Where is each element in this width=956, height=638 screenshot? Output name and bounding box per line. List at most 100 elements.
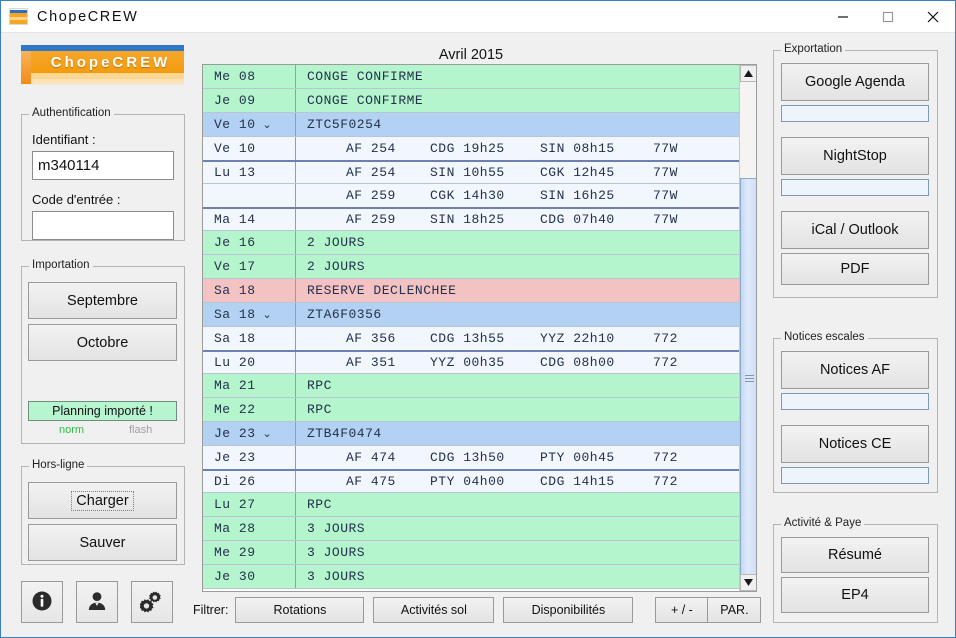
- table-row[interactable]: Ma 14 AF 259 SIN 18h25 CDG 07h40 77W: [203, 207, 741, 231]
- notices-ce-button[interactable]: Notices CE: [781, 425, 929, 463]
- arrival: PTY 00h45: [540, 450, 615, 465]
- flight-number: AF 351: [346, 355, 396, 370]
- table-row[interactable]: Lu 27 RPC: [203, 493, 741, 517]
- table-row[interactable]: Sa 18 AF 356 CDG 13h55 YYZ 22h10 772: [203, 327, 741, 351]
- table-row[interactable]: Sa 18 ⌄ ZTA6F0356: [203, 303, 741, 327]
- table-row[interactable]: Lu 20 AF 351 YYZ 00h35 CDG 08h00 772: [203, 350, 741, 374]
- aircraft-type: 77W: [653, 188, 678, 203]
- table-row[interactable]: Me 29 3 JOURS: [203, 541, 741, 565]
- table-row[interactable]: Di 26 AF 475 PTY 04h00 CDG 14h15 772: [203, 469, 741, 493]
- row-content-cell: AF 474 CDG 13h50 PTY 00h45 772: [296, 446, 741, 469]
- export-nightstop-button[interactable]: NightStop: [781, 137, 929, 175]
- table-row[interactable]: Sa 18 RESERVE DECLENCHEE: [203, 279, 741, 303]
- table-row[interactable]: Me 08 CONGE CONFIRME: [203, 65, 741, 89]
- app-logo: ChopeCREW: [21, 45, 184, 85]
- table-row[interactable]: Ve 10 ⌄ ZTC5F0254: [203, 113, 741, 137]
- info-button[interactable]: [21, 581, 63, 623]
- schedule-scrollbar[interactable]: [739, 65, 756, 591]
- offline-save-button[interactable]: Sauver: [28, 524, 177, 561]
- table-row[interactable]: Ma 21 RPC: [203, 374, 741, 398]
- row-date-cell: Je 09: [203, 89, 296, 112]
- filter-ground-activities-button[interactable]: Activités sol: [373, 597, 495, 623]
- logo-text: ChopeCREW: [50, 53, 171, 71]
- authentication-panel: Authentification Identifiant : m340114 C…: [21, 107, 185, 241]
- arrival: SIN 08h15: [540, 141, 615, 156]
- export-ical-outlook-button[interactable]: iCal / Outlook: [781, 211, 929, 249]
- flight-leg: AF 254 SIN 10h55 CGK 12h45 77W: [307, 165, 713, 180]
- settings-button[interactable]: [131, 581, 173, 623]
- scroll-down-arrow-icon[interactable]: [740, 574, 756, 591]
- filter-par-button[interactable]: PAR.: [707, 597, 762, 623]
- table-row[interactable]: Me 22 RPC: [203, 398, 741, 422]
- row-text-label: 2 JOURS: [307, 235, 366, 250]
- offline-load-button[interactable]: Charger: [28, 482, 177, 519]
- table-row[interactable]: Je 23 AF 474 CDG 13h50 PTY 00h45 772: [203, 446, 741, 470]
- export-pdf-button[interactable]: PDF: [781, 253, 929, 285]
- row-date-cell: Ve 17: [203, 255, 296, 278]
- pay-ep4-button[interactable]: EP4: [781, 577, 929, 613]
- filter-rotations-button[interactable]: Rotations: [235, 597, 365, 623]
- table-row[interactable]: Ma 28 3 JOURS: [203, 517, 741, 541]
- arrival: SIN 16h25: [540, 188, 615, 203]
- scrollbar-thumb[interactable]: [740, 178, 756, 578]
- flight-number: AF 254: [346, 141, 396, 156]
- offline-panel: Hors-ligne Charger Sauver: [21, 459, 185, 565]
- import-october-button[interactable]: Octobre: [28, 324, 177, 361]
- notices-af-progress: [781, 393, 929, 410]
- table-row[interactable]: Lu 13 AF 254 SIN 10h55 CGK 12h45 77W: [203, 160, 741, 184]
- flight-number: AF 474: [346, 450, 396, 465]
- info-icon: [31, 590, 53, 615]
- row-content-cell: 3 JOURS: [296, 565, 741, 588]
- scrollbar-track[interactable]: [740, 82, 756, 578]
- row-date-cell: Me 22: [203, 398, 296, 421]
- row-content-cell: 2 JOURS: [296, 231, 741, 254]
- table-row[interactable]: Je 23 ⌄ ZTB4F0474: [203, 422, 741, 446]
- arrival: CDG 07h40: [540, 212, 615, 227]
- chevron-down-icon[interactable]: ⌄: [263, 308, 273, 321]
- flight-number: AF 254: [346, 165, 396, 180]
- arrival: CGK 12h45: [540, 165, 615, 180]
- filter-availability-button[interactable]: Disponibilités: [503, 597, 634, 623]
- table-row[interactable]: Ve 17 2 JOURS: [203, 255, 741, 279]
- row-date-cell: Me 08: [203, 65, 296, 88]
- table-row[interactable]: Ve 10 AF 254 CDG 19h25 SIN 08h15 77W: [203, 137, 741, 161]
- close-button[interactable]: [910, 1, 955, 32]
- row-date-cell: Ve 10 ⌄: [203, 113, 296, 136]
- pay-resume-button[interactable]: Résumé: [781, 537, 929, 573]
- code-label: Code d'entrée :: [32, 192, 121, 207]
- flight-leg: AF 474 CDG 13h50 PTY 00h45 772: [307, 450, 713, 465]
- row-date-label: Lu 20: [214, 355, 256, 370]
- chevron-down-icon[interactable]: ⌄: [263, 118, 273, 131]
- table-row[interactable]: AF 259 CGK 14h30 SIN 16h25 77W: [203, 184, 741, 208]
- row-date-label: Lu 27: [214, 497, 256, 512]
- departure: CDG 13h50: [430, 450, 505, 465]
- export-google-agenda-button[interactable]: Google Agenda: [781, 63, 929, 101]
- export-legend: Exportation: [781, 43, 846, 55]
- flight-leg: AF 259 SIN 18h25 CDG 07h40 77W: [307, 212, 713, 227]
- maximize-button[interactable]: [865, 1, 910, 32]
- row-date-cell: Me 29: [203, 541, 296, 564]
- filter-plusminus-button[interactable]: + / -: [655, 597, 709, 623]
- row-date-label: Je 23: [214, 450, 256, 465]
- row-date-label: Me 08: [214, 69, 256, 84]
- row-content-cell: RESERVE DECLENCHEE: [296, 279, 741, 302]
- table-row[interactable]: Je 09 CONGE CONFIRME: [203, 89, 741, 113]
- export-panel: Exportation Google Agenda NightStop iCal…: [773, 43, 938, 298]
- row-text-label: RESERVE DECLENCHEE: [307, 283, 457, 298]
- identifiant-input[interactable]: m340114: [32, 151, 174, 180]
- user-profile-button[interactable]: [76, 581, 118, 623]
- table-row[interactable]: Je 30 3 JOURS: [203, 565, 741, 589]
- import-september-button[interactable]: Septembre: [28, 282, 177, 319]
- aircraft-type: 772: [653, 331, 678, 346]
- notices-panel: Notices escales Notices AF Notices CE: [773, 331, 938, 493]
- notices-af-button[interactable]: Notices AF: [781, 351, 929, 389]
- table-row[interactable]: Je 16 2 JOURS: [203, 231, 741, 255]
- row-text-label: 3 JOURS: [307, 545, 366, 560]
- chevron-down-icon[interactable]: ⌄: [263, 427, 273, 440]
- flight-number: AF 259: [346, 212, 396, 227]
- minimize-button[interactable]: [820, 1, 865, 32]
- scroll-up-arrow-icon[interactable]: [740, 65, 756, 82]
- import-panel: Importation Septembre Octobre Planning i…: [21, 259, 185, 444]
- code-input[interactable]: [32, 211, 174, 240]
- row-date-cell: Ma 14: [203, 209, 296, 230]
